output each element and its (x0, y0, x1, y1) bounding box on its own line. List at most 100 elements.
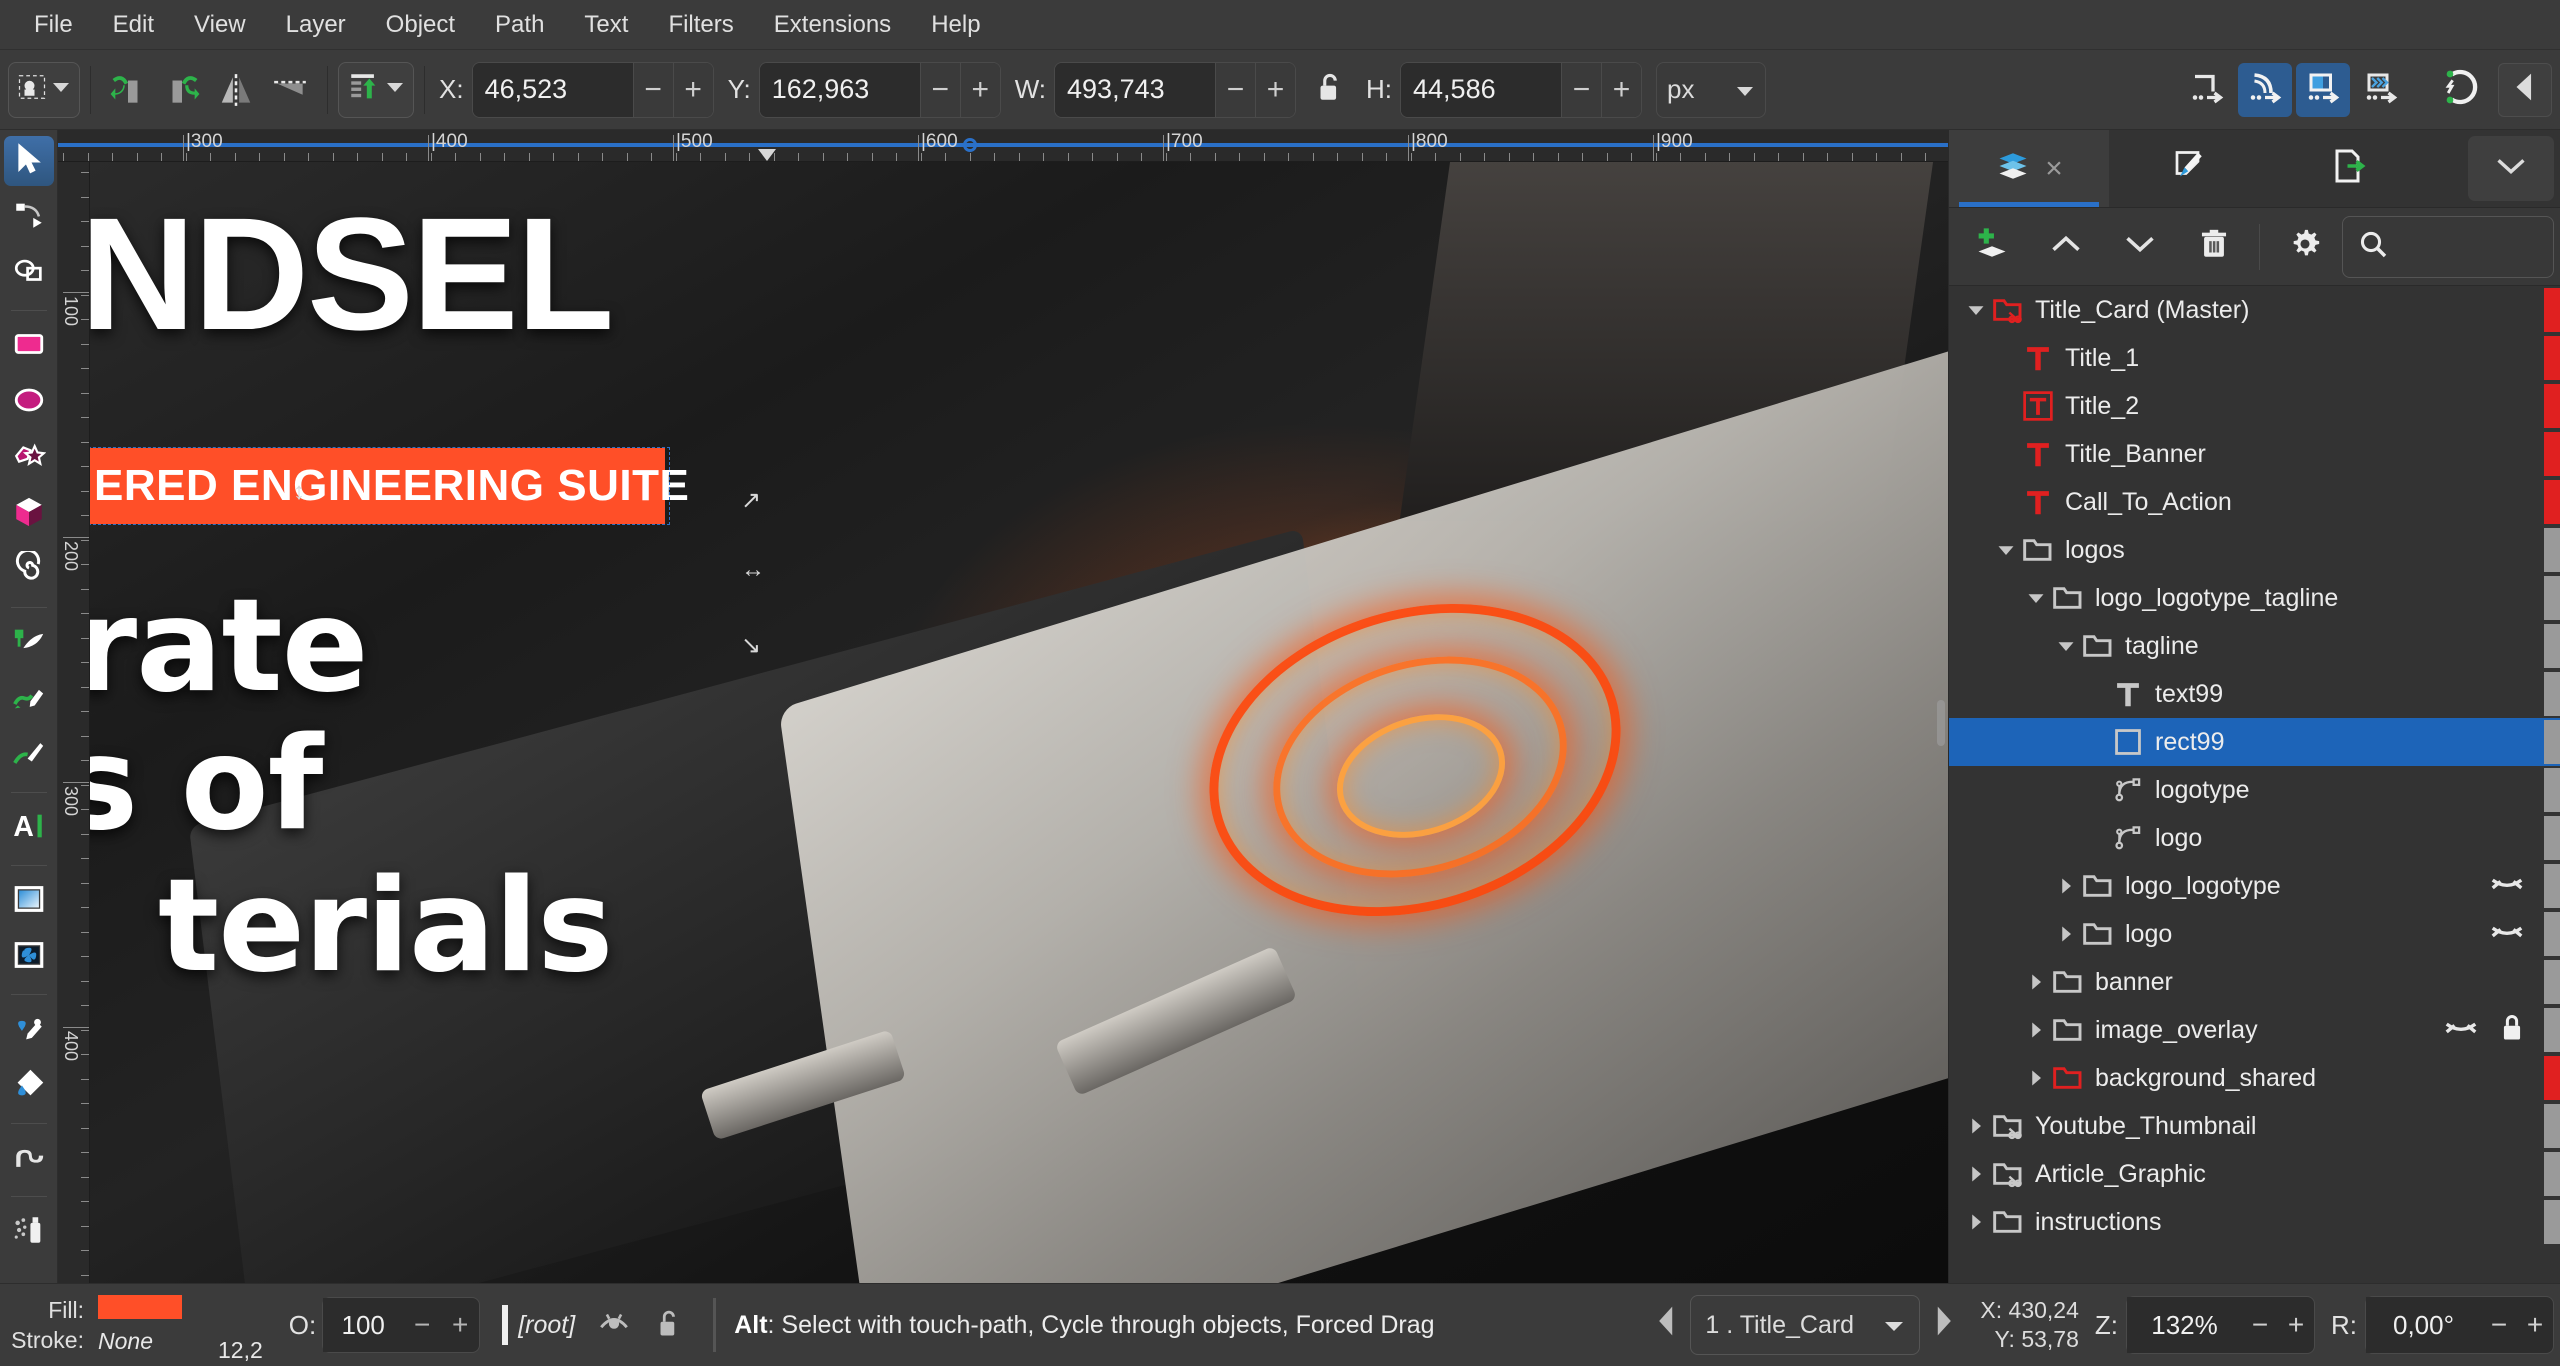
layer-lock-toggle[interactable] (641, 1298, 695, 1352)
chevron-right-icon[interactable] (2021, 1068, 2051, 1088)
chevron-right-icon[interactable] (2021, 972, 2051, 992)
table-row[interactable]: Title_2 (1949, 382, 2560, 430)
pen-tool[interactable] (4, 618, 54, 668)
chevron-right-icon[interactable] (1961, 1212, 1991, 1232)
objects-tree[interactable]: Title_Card (Master) Title_1 Title_2 Title_B… (1949, 286, 2560, 1283)
opacity-increment-button[interactable]: + (441, 1298, 479, 1352)
h-spinner[interactable]: − + (1400, 61, 1643, 118)
h-increment-button[interactable]: + (1601, 62, 1642, 117)
chevron-down-icon[interactable] (1991, 540, 2021, 560)
chevron-right-icon[interactable] (2051, 924, 2081, 944)
node-tool[interactable] (4, 192, 54, 242)
previous-layer-button[interactable] (1644, 1295, 1690, 1355)
chevron-down-icon[interactable] (1961, 300, 1991, 320)
menu-help[interactable]: Help (911, 5, 1000, 45)
opacity-spinner[interactable]: − + (322, 1297, 481, 1353)
table-row[interactable]: text99 (1949, 670, 2560, 718)
opacity-input[interactable] (323, 1298, 404, 1352)
raise-lower-dropdown[interactable] (338, 61, 414, 118)
w-spinner[interactable]: − + (1054, 61, 1297, 118)
text-tool[interactable]: A (4, 803, 54, 853)
horizontal-ruler[interactable]: |300 |400 |500 |600 |700 |800 |900 (58, 130, 1948, 162)
table-row[interactable]: rect99 (1949, 718, 2560, 766)
zoom-increment-button[interactable]: + (2278, 1297, 2314, 1353)
y-spinner[interactable]: − + (758, 61, 1001, 118)
snap-nodes-button[interactable] (2238, 62, 2292, 117)
h-decrement-button[interactable]: − (1561, 62, 1602, 117)
menu-path[interactable]: Path (475, 5, 564, 45)
zoom-decrement-button[interactable]: − (2242, 1297, 2278, 1353)
menu-filters[interactable]: Filters (648, 5, 753, 45)
rotation-spinner[interactable]: − + (2365, 1296, 2554, 1354)
canvas[interactable]: NDSEL ERED ENGINEERING SUITE ↕ ↕ ↔ ↗ ↘ r… (90, 162, 1948, 1283)
calligraphy-tool[interactable] (4, 730, 54, 780)
mesh-tool[interactable] (4, 932, 54, 982)
table-row[interactable]: Call_To_Action (1949, 478, 2560, 526)
table-row[interactable]: Title_Banner (1949, 430, 2560, 478)
menu-object[interactable]: Object (366, 5, 475, 45)
chevron-right-icon[interactable] (2051, 876, 2081, 896)
table-row[interactable]: tagline (1949, 622, 2560, 670)
zoom-input[interactable] (2127, 1297, 2242, 1353)
gradient-tool[interactable] (4, 876, 54, 926)
collapse-panel-button[interactable] (2498, 62, 2552, 117)
chevron-down-icon[interactable] (2051, 636, 2081, 656)
y-decrement-button[interactable]: − (919, 62, 960, 117)
layer-settings-button[interactable] (2268, 216, 2342, 278)
fill-stroke-indicator[interactable]: Fill: Stroke: None (6, 1294, 206, 1356)
x-increment-button[interactable]: + (672, 62, 713, 117)
opacity-decrement-button[interactable]: − (403, 1298, 441, 1352)
hidden-eye-icon[interactable] (2490, 919, 2524, 950)
flip-vertical-button[interactable] (263, 63, 317, 117)
rotation-input[interactable] (2366, 1297, 2481, 1353)
x-decrement-button[interactable]: − (632, 62, 673, 117)
menu-layer[interactable]: Layer (266, 5, 366, 45)
stroke-value[interactable]: None (98, 1326, 182, 1356)
spiral-tool[interactable] (4, 545, 54, 595)
flip-horizontal-button[interactable] (209, 63, 263, 117)
table-row[interactable]: logo (1949, 814, 2560, 862)
table-row[interactable]: logotype (1949, 766, 2560, 814)
lock-icon[interactable] (2500, 1013, 2524, 1048)
table-row[interactable]: Article_Graphic (1949, 1150, 2560, 1198)
fill-tool[interactable] (4, 1061, 54, 1111)
vertical-ruler[interactable]: 100 200 300 400 (58, 162, 90, 1283)
spray-tool[interactable] (4, 1207, 54, 1257)
tab-export[interactable] (2269, 130, 2429, 207)
dropper-tool[interactable] (4, 1005, 54, 1055)
layer-visibility-toggle[interactable] (587, 1298, 641, 1352)
menu-edit[interactable]: Edit (93, 5, 174, 45)
h-input[interactable] (1401, 62, 1562, 117)
pencil-tool[interactable] (4, 674, 54, 724)
boolean-tool[interactable] (4, 248, 54, 298)
selection-handle-bottom-right[interactable]: ↘ (738, 632, 764, 659)
select-all-dropdown[interactable] (8, 61, 80, 118)
table-row[interactable]: banner (1949, 958, 2560, 1006)
next-layer-button[interactable] (1920, 1295, 1966, 1355)
table-row[interactable]: image_overlay (1949, 1006, 2560, 1054)
move-layer-down-button[interactable] (2103, 216, 2177, 278)
rectangle-tool[interactable] (4, 321, 54, 371)
w-decrement-button[interactable]: − (1215, 62, 1256, 117)
rotate-clockwise-button[interactable] (155, 63, 209, 117)
tab-fill-stroke[interactable] (2109, 130, 2269, 207)
table-row[interactable]: logos (1949, 526, 2560, 574)
chevron-right-icon[interactable] (1961, 1164, 1991, 1184)
rotation-decrement-button[interactable]: − (2481, 1297, 2517, 1353)
zoom-spinner[interactable]: − + (2126, 1296, 2315, 1354)
table-row[interactable]: Title_1 (1949, 334, 2560, 382)
snap-reset-button[interactable] (2434, 63, 2488, 117)
menu-file[interactable]: File (14, 5, 93, 45)
chevron-right-icon[interactable] (2021, 1020, 2051, 1040)
move-layer-up-button[interactable] (2029, 216, 2103, 278)
add-layer-button[interactable] (1955, 216, 2029, 278)
table-row[interactable]: logo_logotype (1949, 862, 2560, 910)
hidden-eye-icon[interactable] (2490, 871, 2524, 902)
unit-selector[interactable]: px (1656, 61, 1767, 118)
hidden-eye-icon[interactable] (2444, 1015, 2478, 1046)
table-row[interactable]: background_shared (1949, 1054, 2560, 1102)
tab-objects[interactable]: × (1949, 130, 2109, 207)
selection-handle-right[interactable]: ↔ (740, 556, 766, 583)
delete-layer-button[interactable] (2177, 216, 2251, 278)
table-row[interactable]: logo (1949, 910, 2560, 958)
